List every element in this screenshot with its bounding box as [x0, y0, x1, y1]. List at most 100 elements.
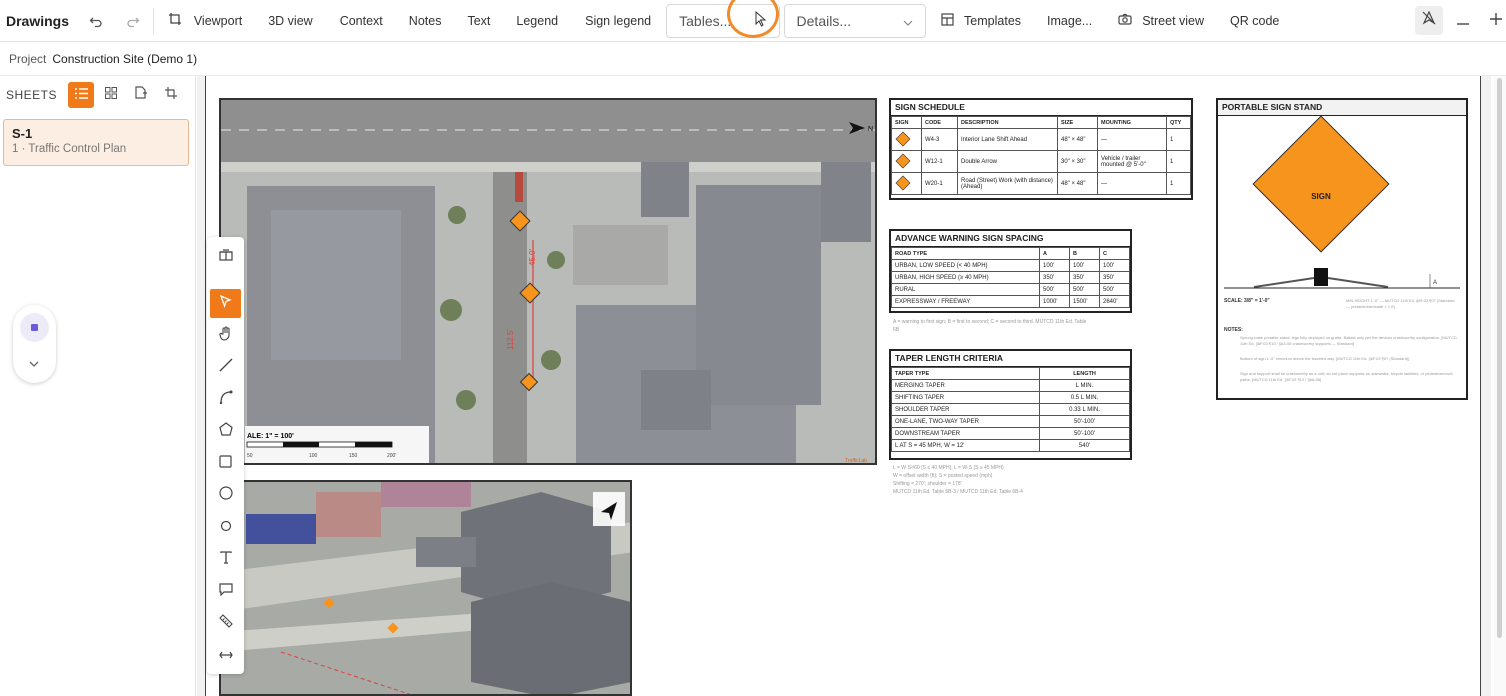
- undo-icon[interactable]: [86, 10, 107, 32]
- redo-icon[interactable]: [122, 10, 143, 32]
- table-cell: 100': [1069, 259, 1100, 272]
- polygon-tool-button[interactable]: [210, 417, 241, 446]
- table-cell: 0.5 L MIN.: [1039, 391, 1130, 404]
- notes-button[interactable]: Notes: [409, 14, 442, 28]
- grid-view-button[interactable]: [98, 82, 124, 108]
- text-button[interactable]: Text: [467, 14, 490, 28]
- sign-diamond-icon: [895, 131, 911, 146]
- table-header-row: ROAD TYPE A B C: [891, 247, 1130, 260]
- table-cell: 350': [1039, 271, 1070, 284]
- table-header: LENGTH: [1039, 367, 1130, 380]
- templates-button[interactable]: Templates: [941, 12, 1021, 29]
- table-cell: L MIN.: [1039, 379, 1130, 392]
- breadcrumb-label: Project: [9, 51, 47, 66]
- table-cell: SHIFTING TAPER: [891, 391, 1040, 404]
- camera-icon: [1118, 13, 1132, 28]
- tables-dropdown-label: Tables...: [679, 12, 732, 29]
- image-button[interactable]: Image...: [1047, 14, 1092, 28]
- sign-legend-button[interactable]: Sign legend: [585, 14, 651, 28]
- square-icon: [219, 454, 232, 473]
- sheet-item[interactable]: S-1 1 · Traffic Control Plan: [3, 119, 189, 166]
- warning-spacing-table[interactable]: ADVANCE WARNING SIGN SPACING ROAD TYPE A…: [889, 229, 1132, 313]
- table-cell: 350': [1069, 271, 1100, 284]
- taper-title: TAPER LENGTH CRITERIA: [891, 351, 1130, 367]
- legend-button[interactable]: Legend: [516, 14, 558, 28]
- sheets-sidebar: SHEETS S-1 1 · Traffic Control Plan: [0, 76, 196, 696]
- plus-icon: [1489, 12, 1502, 30]
- scale-tick: 100: [309, 453, 318, 459]
- table-cell: 48" × 48": [1057, 128, 1098, 151]
- small-circle-icon: [220, 519, 232, 537]
- table-row: MERGING TAPER L MIN.: [891, 379, 1130, 392]
- street-view-label: Street view: [1142, 13, 1205, 28]
- sign-diamond-icon: [895, 153, 911, 168]
- dimension-tool-button[interactable]: [210, 641, 241, 670]
- table-cell: 1000': [1039, 295, 1070, 308]
- rectangle-tool-button[interactable]: [210, 449, 241, 478]
- taper-length-table[interactable]: TAPER LENGTH CRITERIA TAPER TYPE LENGTH …: [889, 349, 1132, 460]
- point-tool-button[interactable]: [210, 513, 241, 542]
- zoom-out-button[interactable]: [1453, 10, 1474, 32]
- sign-stand-note: Sign and support shall be crashworthy as…: [1240, 371, 1453, 382]
- table-header: A: [1039, 247, 1070, 260]
- active-layer-dot[interactable]: [20, 313, 49, 342]
- table-header: TAPER TYPE: [891, 367, 1040, 380]
- gift-icon: [218, 247, 233, 266]
- table-cell: 30" × 30": [1057, 150, 1098, 173]
- portable-sign-stand-detail[interactable]: PORTABLE SIGN STAND SIGN A SCALE: 3/8" =…: [1216, 98, 1468, 400]
- 3d-view-map[interactable]: [219, 480, 632, 696]
- breadcrumb-project[interactable]: Construction Site (Demo 1): [52, 52, 197, 66]
- table-cell: 0.33 L MIN.: [1039, 403, 1130, 416]
- 3d-view-button[interactable]: 3D view: [268, 14, 312, 28]
- crop-icon: [168, 12, 182, 29]
- table-cell: L AT S = 45 MPH, W = 12': [891, 439, 1040, 452]
- sheet-id: S-1: [12, 126, 33, 141]
- app-title: Drawings: [6, 12, 70, 29]
- crop-sheet-button[interactable]: [158, 82, 184, 108]
- gift-tool-button[interactable]: [210, 242, 241, 271]
- sign-stand-note: Sprung-base portable stand: legs fully d…: [1240, 335, 1457, 346]
- top-toolbar: Drawings Viewport 3D view Context Notes …: [0, 0, 1506, 42]
- table-header: SIZE: [1057, 116, 1098, 129]
- watermark: TrafficLab: [845, 458, 867, 464]
- zoom-in-button[interactable]: [1485, 10, 1506, 32]
- context-button[interactable]: Context: [340, 14, 383, 28]
- table-cell: Vehicle / trailer mounted @ 5'-0": [1097, 150, 1167, 173]
- taper-note: Shifting = 270'; shoulder = 178': [893, 481, 962, 487]
- comment-tool-button[interactable]: [210, 577, 241, 606]
- table-cell: 540': [1039, 439, 1130, 452]
- table-cell: —: [1097, 172, 1167, 195]
- pan-tool-button[interactable]: [210, 321, 241, 350]
- location-toggle-button[interactable]: [1415, 6, 1443, 35]
- details-dropdown[interactable]: Details...: [783, 3, 927, 38]
- line-tool-button[interactable]: [210, 353, 241, 382]
- taper-notes: L = W·S²/60 (S ≤ 40 MPH); L = W·S (S ≥ 4…: [893, 464, 1103, 496]
- table-row: W12-1 Double Arrow 30" × 30" Vehicle / t…: [891, 150, 1191, 173]
- select-tool-button[interactable]: [210, 289, 241, 318]
- sign-stand-scale: SCALE: 3/8" = 1'-0": [1224, 298, 1270, 304]
- double-arrow-icon: [218, 647, 233, 665]
- text-tool-button[interactable]: [210, 545, 241, 574]
- circle-tool-button[interactable]: [210, 481, 241, 510]
- add-sheet-button[interactable]: [128, 82, 154, 108]
- chevron-down-icon[interactable]: [28, 355, 40, 373]
- table-row: RURAL 500' 500' 500': [891, 283, 1130, 296]
- scrollbar-thumb[interactable]: [1497, 78, 1502, 638]
- mini-navigator: [13, 305, 56, 383]
- qr-code-button[interactable]: QR code: [1230, 14, 1279, 28]
- table-cell: 500': [1039, 283, 1070, 296]
- list-view-button[interactable]: [68, 82, 94, 108]
- street-view-button[interactable]: Street view: [1118, 13, 1204, 28]
- table-cell: 1: [1166, 128, 1191, 151]
- measure-tool-button[interactable]: [210, 609, 241, 638]
- text-icon: [219, 550, 232, 569]
- grid-icon: [105, 86, 117, 104]
- sign-schedule-table[interactable]: SIGN SCHEDULE SIGN CODE DESCRIPTION SIZE…: [889, 98, 1193, 200]
- drawing-toolbar: [207, 237, 244, 674]
- table-cell: MERGING TAPER: [891, 379, 1040, 392]
- plan-view-map[interactable]: 45.0' 112.5' N ALE: 1" = 100' 50 100 150…: [219, 98, 877, 465]
- warning-spacing-title: ADVANCE WARNING SIGN SPACING: [891, 231, 1130, 247]
- curve-tool-button[interactable]: [210, 385, 241, 414]
- viewport-button[interactable]: Viewport: [168, 12, 242, 29]
- table-cell: 1: [1166, 150, 1191, 173]
